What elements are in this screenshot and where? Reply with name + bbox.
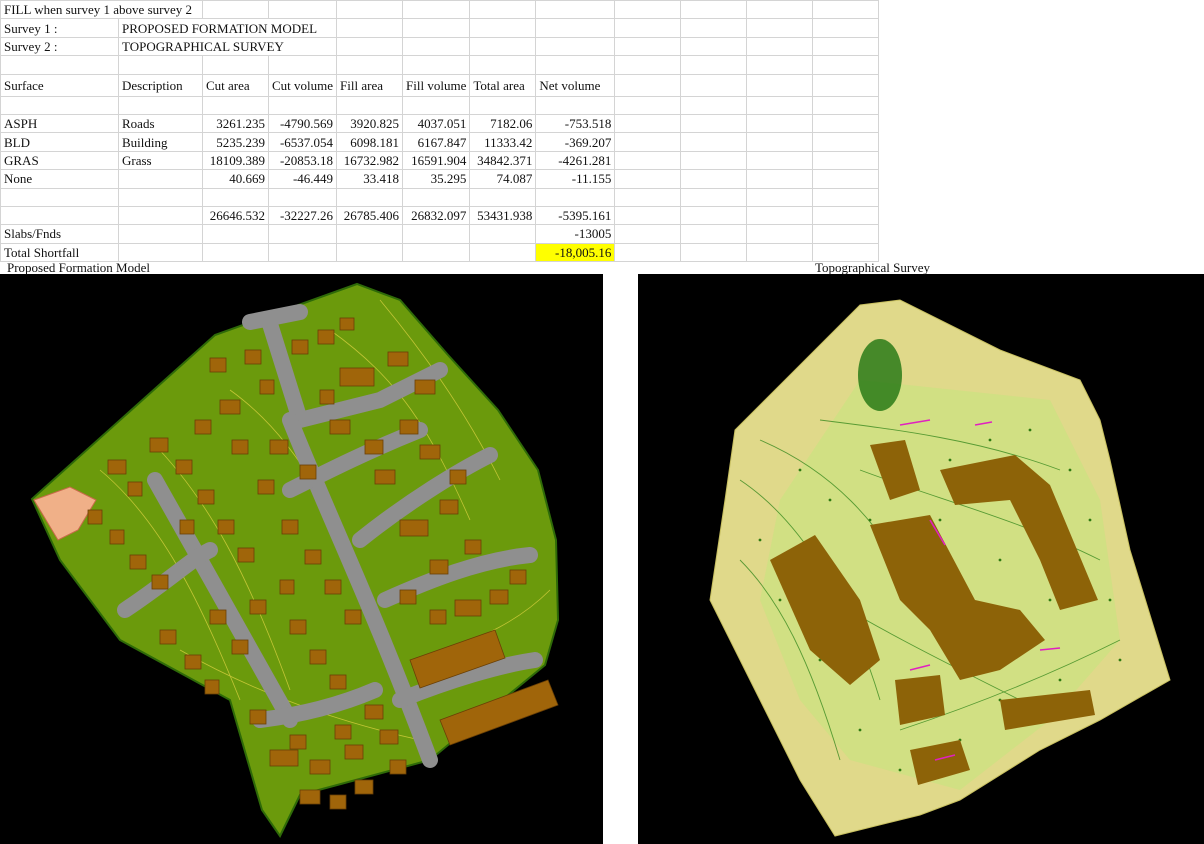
cell-cut-area[interactable]: 18109.389 (202, 150, 269, 171)
cell-net-volume[interactable]: -4261.281 (535, 150, 616, 171)
cell-total-area[interactable]: 7182.06 (469, 113, 537, 134)
formation-model-plan (30, 282, 560, 838)
cell-cut-area[interactable]: 5235.239 (202, 132, 269, 152)
cell-fill-volume[interactable]: 6167.847 (402, 132, 471, 152)
table-row: None 40.669 -46.449 33.418 35.295 74.087… (0, 169, 880, 189)
cell-cut-area[interactable]: 40.669 (202, 169, 269, 189)
spreadsheet: FILL when survey 1 above survey 2 Survey… (0, 0, 880, 263)
cell-net-volume[interactable]: -753.518 (535, 113, 616, 134)
header-fill-volume[interactable]: Fill volume (402, 73, 471, 97)
cell-net-volume[interactable]: -11.155 (535, 169, 616, 189)
total-total-area[interactable]: 53431.938 (469, 205, 537, 226)
cell-cut-volume[interactable]: -4790.569 (267, 113, 338, 134)
cell-total-area[interactable]: 34842.371 (469, 150, 537, 171)
topo-survey-plan (709, 299, 1171, 837)
survey2-value[interactable]: TOPOGRAPHICAL SURVEY (117, 36, 338, 57)
cell-fill-area[interactable]: 16732.982 (336, 150, 404, 171)
sheet-title[interactable]: FILL when survey 1 above survey 2 (0, 0, 203, 20)
survey1-value[interactable]: PROPOSED FORMATION MODEL (117, 18, 338, 38)
cell-cut-volume[interactable]: -6537.054 (267, 132, 338, 152)
survey1-label[interactable]: Survey 1 : (0, 18, 119, 38)
header-total-area[interactable]: Total area (469, 73, 537, 97)
cell-total-area[interactable]: 74.087 (469, 169, 537, 189)
total-net-volume[interactable]: -5395.161 (535, 205, 616, 226)
header-net-volume[interactable]: Net volume (535, 73, 616, 97)
cell-fill-area[interactable]: 3920.825 (336, 113, 404, 134)
cell-surface[interactable]: BLD (0, 132, 119, 152)
survey2-label[interactable]: Survey 2 : (0, 36, 119, 57)
total-cut-volume[interactable]: -32227.26 (267, 205, 338, 226)
cell-description[interactable]: Building (118, 132, 203, 152)
cell-fill-area[interactable]: 6098.181 (336, 132, 404, 152)
cell-cut-volume[interactable]: -20853.18 (267, 150, 338, 171)
cell-description[interactable] (118, 169, 203, 189)
cell-surface[interactable]: None (0, 169, 119, 189)
shortfall-value[interactable]: -18,005.16 (535, 242, 616, 263)
cell-fill-volume[interactable]: 4037.051 (402, 113, 471, 134)
header-description[interactable]: Description (118, 73, 203, 97)
header-cut-area[interactable]: Cut area (202, 73, 269, 97)
cell-cut-area[interactable]: 3261.235 (202, 113, 269, 134)
header-cut-volume[interactable]: Cut volume (267, 73, 338, 97)
table-row: BLD Building 5235.239 -6537.054 6098.181… (0, 132, 880, 152)
cell-description[interactable]: Grass (118, 150, 203, 171)
slabs-value[interactable]: -13005 (535, 224, 616, 244)
cell-net-volume[interactable]: -369.207 (535, 132, 616, 152)
caption-topo-survey: Topographical Survey (815, 260, 930, 275)
cell-total-area[interactable]: 11333.42 (469, 132, 537, 152)
header-fill-area[interactable]: Fill area (336, 73, 404, 97)
cell-description[interactable]: Roads (118, 113, 203, 134)
header-surface[interactable]: Surface (0, 73, 119, 97)
shortfall-label[interactable]: Total Shortfall (0, 242, 119, 263)
cell-fill-volume[interactable]: 16591.904 (402, 150, 471, 171)
caption-formation-model: Proposed Formation Model (7, 260, 150, 275)
table-row: GRAS Grass 18109.389 -20853.18 16732.982… (0, 150, 880, 171)
cell-surface[interactable]: GRAS (0, 150, 119, 171)
table-row: ASPH Roads 3261.235 -4790.569 3920.825 4… (0, 113, 880, 134)
total-fill-area[interactable]: 26785.406 (336, 205, 404, 226)
total-cut-area[interactable]: 26646.532 (202, 205, 269, 226)
total-fill-volume[interactable]: 26832.097 (402, 205, 471, 226)
cell-surface[interactable]: ASPH (0, 113, 119, 134)
slabs-label[interactable]: Slabs/Fnds (0, 224, 119, 244)
cell-fill-volume[interactable]: 35.295 (402, 169, 471, 189)
cell-cut-volume[interactable]: -46.449 (267, 169, 338, 189)
cell-fill-area[interactable]: 33.418 (336, 169, 404, 189)
totals-row: 26646.532 -32227.26 26785.406 26832.097 … (0, 205, 880, 226)
